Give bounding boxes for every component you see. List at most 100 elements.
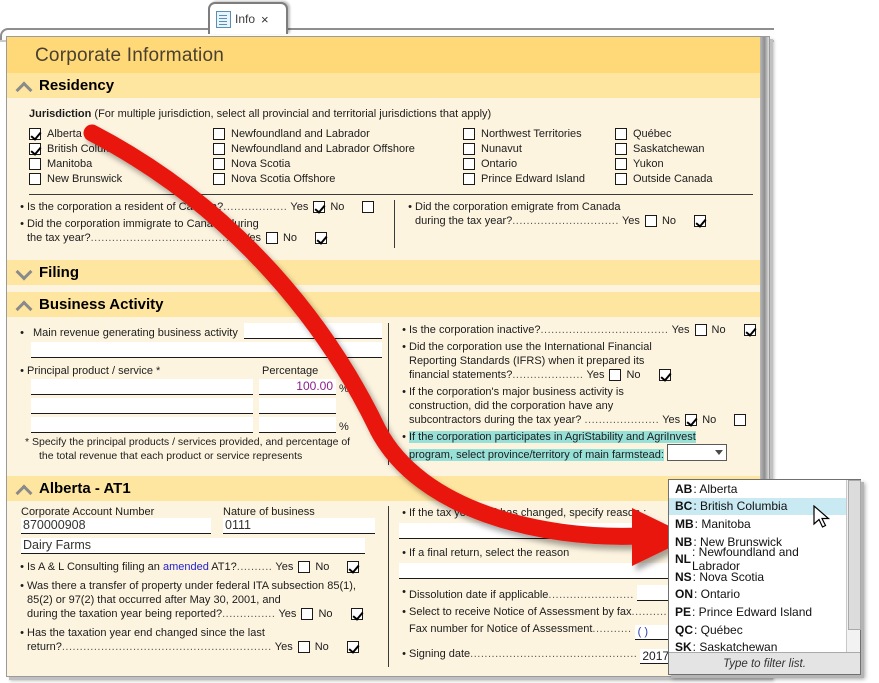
checkbox[interactable] [615, 128, 627, 140]
jurisdiction-checkbox-item[interactable]: Alberta [29, 128, 213, 140]
checkbox[interactable] [29, 143, 41, 155]
product-input[interactable] [31, 379, 253, 395]
checkbox-yes[interactable] [609, 369, 622, 381]
dropdown-item[interactable]: NL: Newfoundland and Labrador [669, 545, 847, 573]
chevron-up-icon[interactable] [15, 79, 33, 93]
jurisdiction-checkbox-item[interactable]: Québec [615, 128, 759, 140]
checkbox[interactable] [615, 158, 627, 170]
principal-headers: • Principal product / service * Percenta… [17, 365, 382, 377]
checkbox-yes[interactable] [644, 215, 657, 227]
dot-leader: .............................. [512, 215, 619, 227]
dropdown-item[interactable]: QC: Québec [669, 621, 847, 639]
checkbox[interactable] [463, 158, 475, 170]
chevron-up-icon[interactable] [15, 482, 33, 496]
checkbox[interactable] [615, 173, 627, 185]
section-header-business-activity[interactable]: Business Activity [7, 292, 769, 317]
percentage-input[interactable] [259, 398, 336, 414]
jurisdiction-checkbox-item[interactable]: Prince Edward Island [463, 173, 615, 185]
jurisdiction-checkbox-item[interactable]: Yukon [615, 158, 759, 170]
dot-leader: ........................................… [61, 641, 272, 653]
dropdown-item-code: NS [675, 569, 692, 584]
checkbox-no[interactable] [743, 324, 756, 336]
checkbox-no[interactable] [734, 414, 747, 426]
product-input[interactable] [31, 398, 253, 414]
checkbox-yes[interactable] [694, 324, 707, 336]
section-header-alberta-at1[interactable]: Alberta - AT1 [7, 476, 769, 501]
jurisdiction-checkbox-item[interactable]: Saskatchewan [615, 143, 759, 155]
checkbox[interactable] [463, 143, 475, 155]
chevron-down-icon[interactable] [15, 266, 33, 280]
percentage-input[interactable]: 100.00 [259, 379, 336, 395]
jurisdiction-checkbox-item[interactable]: Nova Scotia [213, 158, 463, 170]
account-input[interactable]: 870000908 [21, 518, 211, 534]
jurisdiction-label-text: Newfoundland and Labrador [231, 128, 370, 140]
checkbox-yes[interactable] [301, 608, 314, 620]
question-corp-inactive: • Is the corporation inactive?..........… [399, 323, 759, 337]
jurisdiction-checkbox-item[interactable]: British Columbia [29, 143, 213, 155]
checkbox[interactable] [29, 128, 41, 140]
checkbox-no[interactable] [347, 561, 360, 573]
amended-link[interactable]: amended [163, 561, 209, 573]
dropdown-scroll-thumb[interactable] [848, 480, 861, 630]
checkbox-yes[interactable] [297, 641, 310, 653]
farmstead-province-select[interactable] [667, 444, 727, 461]
jurisdiction-checkbox-item[interactable]: Nova Scotia Offshore [213, 173, 463, 185]
product-input[interactable] [31, 417, 253, 433]
nature-description-input[interactable]: Dairy Farms [21, 538, 365, 554]
tab-label: Info [235, 12, 256, 26]
dropdown-item[interactable]: ON: Ontario [669, 586, 847, 604]
question-tax-year-end-changed: • Has the taxation year end changed sinc… [17, 626, 382, 654]
tab-info[interactable]: Info × [208, 2, 288, 34]
dropdown-item[interactable]: PE: Prince Edward Island [669, 603, 847, 621]
checkbox-no[interactable] [694, 215, 706, 227]
jurisdiction-checkbox-item[interactable]: New Brunswick [29, 173, 213, 185]
section-header-filing[interactable]: Filing [7, 260, 769, 285]
dropdown-scrollbar[interactable] [846, 480, 861, 652]
checkbox-yes[interactable] [265, 232, 278, 244]
checkbox[interactable] [463, 173, 475, 185]
checkbox[interactable] [213, 128, 225, 140]
checkbox-no[interactable] [362, 201, 375, 213]
jurisdiction-checkbox-item[interactable]: Newfoundland and Labrador Offshore [213, 143, 463, 155]
checkbox-yes[interactable] [685, 414, 698, 426]
jurisdiction-checkbox-item[interactable]: Northwest Territories [463, 128, 615, 140]
checkbox-yes[interactable] [313, 201, 326, 213]
dropdown-item[interactable]: AB: Alberta [669, 480, 847, 498]
jurisdiction-checkbox-item[interactable]: Manitoba [29, 158, 213, 170]
chevron-up-icon[interactable] [15, 298, 33, 312]
checkbox[interactable] [29, 158, 41, 170]
jurisdiction-checkbox-item[interactable]: Ontario [463, 158, 615, 170]
section-header-residency[interactable]: Residency [7, 73, 769, 98]
question-emigrate-from-canada: • Did the corporation emigrate from Cana… [405, 200, 759, 228]
jurisdiction-checkbox-item[interactable]: Newfoundland and Labrador [213, 128, 463, 140]
at1-two-column: Corporate Account Number 870000908 Natur… [17, 506, 759, 667]
main-revenue-input[interactable] [243, 323, 382, 339]
checkbox-no[interactable] [350, 608, 363, 620]
jurisdiction-checkbox-item[interactable]: Nunavut [463, 143, 615, 155]
checkbox[interactable] [29, 173, 41, 185]
checkbox-no[interactable] [315, 232, 328, 244]
nature-input[interactable]: 0111 [223, 518, 375, 534]
checkbox[interactable] [213, 158, 225, 170]
jurisdiction-checkbox-item[interactable]: Outside Canada [615, 173, 759, 185]
fax-number-label: Fax number for Notice of Assessment [409, 623, 593, 635]
checkbox[interactable] [463, 128, 475, 140]
close-icon[interactable]: × [261, 13, 269, 26]
q-text-2: construction, did the corporation have a… [409, 400, 614, 412]
dropdown-item[interactable]: SK: Saskatchewan [669, 638, 847, 652]
checkbox[interactable] [213, 173, 225, 185]
checkbox[interactable] [615, 143, 627, 155]
checkbox[interactable] [213, 143, 225, 155]
dropdown-item-code: NB [675, 534, 693, 549]
checkbox-yes[interactable] [298, 561, 311, 573]
section-title-residency: Residency [39, 77, 115, 94]
percentage-input[interactable] [259, 417, 336, 433]
form-panel: Corporate Information Residency Jurisdic… [6, 36, 770, 677]
main-revenue-input-2[interactable] [31, 342, 382, 358]
checkbox-no[interactable] [346, 641, 359, 653]
checkbox-no[interactable] [658, 369, 671, 381]
yes-no-group: Yes No [290, 200, 375, 214]
dropdown-item-name: : British Columbia [693, 499, 788, 514]
bullet-icon: • [402, 341, 406, 353]
jurisdiction-label-text: Nunavut [481, 143, 522, 155]
